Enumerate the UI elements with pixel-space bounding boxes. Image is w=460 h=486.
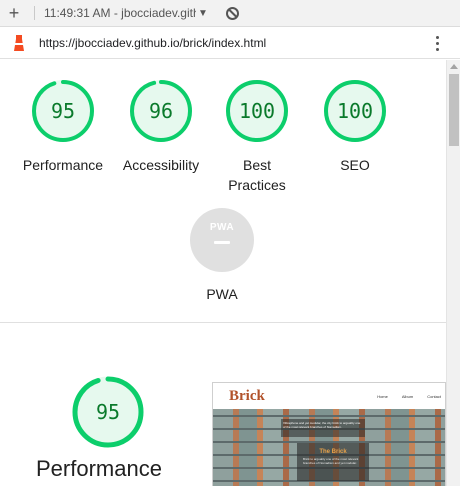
- gauge-ring-performance: 95: [32, 80, 94, 142]
- gauge-accessibility[interactable]: 96 Accessibility: [113, 78, 209, 175]
- more-vert-icon[interactable]: [436, 35, 440, 51]
- pwa-label: PWA: [206, 286, 238, 302]
- scrollbar-thumb[interactable]: [449, 74, 459, 146]
- gauge-ring-seo: 100: [324, 80, 386, 142]
- preview-blurb: Vibraphone and yet modular, the city bri…: [281, 419, 365, 437]
- scroll-up-arrow-icon[interactable]: [450, 64, 458, 69]
- gauge-best-practices[interactable]: 100 Best Practices: [209, 78, 305, 195]
- preview-card: The Brick Brick to arguably one of the m…: [297, 443, 369, 481]
- gauge-score-accessibility: 96: [149, 99, 173, 123]
- new-tab-button[interactable]: +: [0, 0, 28, 27]
- preview-nav-links: Home Album Contact: [377, 394, 441, 399]
- tab-strip: + 11:49:31 AM - jbocciadev.githu ▼: [0, 0, 460, 27]
- tab-dropdown-icon[interactable]: ▼: [198, 8, 208, 19]
- preview-brand: Brick: [229, 388, 265, 404]
- gauge-ring-accessibility: 96: [130, 80, 192, 142]
- gauge-performance[interactable]: 95 Performance: [15, 78, 111, 175]
- gauge-score-best-practices: 100: [239, 99, 275, 123]
- gauge-label-best-practices: Best Practices: [228, 157, 286, 193]
- preview-card-body: Brick to arguably one of the most releva…: [303, 457, 359, 465]
- performance-big-gauge: 95: [72, 376, 144, 448]
- gauge-label-seo: SEO: [340, 157, 370, 173]
- preview-navbar: Brick Home Album Contact: [213, 383, 445, 409]
- performance-big-score: 95: [96, 400, 120, 424]
- report-content: 95 Performance 96 Accessibility 100 Best Prac…: [0, 60, 446, 486]
- gauge-label-accessibility: Accessibility: [122, 157, 200, 173]
- gauge-score-performance: 95: [51, 99, 75, 123]
- preview-nav-contact: Contact: [427, 394, 441, 399]
- address-bar: https://jbocciadev.github.io/brick/index…: [0, 28, 460, 59]
- page-screenshot-preview: Brick Home Album Contact Vibraphone and …: [212, 382, 446, 486]
- pwa-dash-icon: [214, 241, 230, 244]
- block-icon[interactable]: [225, 6, 239, 20]
- preview-nav-home: Home: [377, 394, 388, 399]
- section-divider: [0, 322, 446, 323]
- performance-heading: Performance: [36, 456, 162, 481]
- pwa-badge[interactable]: PWA: [190, 208, 254, 272]
- gauge-label-performance: Performance: [22, 157, 104, 173]
- preview-card-title: The Brick: [319, 449, 347, 455]
- vertical-scrollbar[interactable]: [446, 60, 460, 486]
- gauge-score-seo: 100: [337, 99, 373, 123]
- tab-separator: [34, 6, 35, 20]
- tab-title[interactable]: 11:49:31 AM - jbocciadev.githu: [44, 6, 196, 20]
- preview-nav-album: Album: [401, 394, 414, 399]
- url-text[interactable]: https://jbocciadev.github.io/brick/index…: [39, 36, 266, 50]
- gauge-seo[interactable]: 100 SEO: [307, 78, 403, 175]
- preview-hero-brick-wall: Vibraphone and yet modular, the city bri…: [213, 409, 445, 486]
- pwa-badge-text: PWA: [209, 222, 235, 233]
- gauge-ring-best-practices: 100: [226, 80, 288, 142]
- lighthouse-icon: [12, 35, 26, 51]
